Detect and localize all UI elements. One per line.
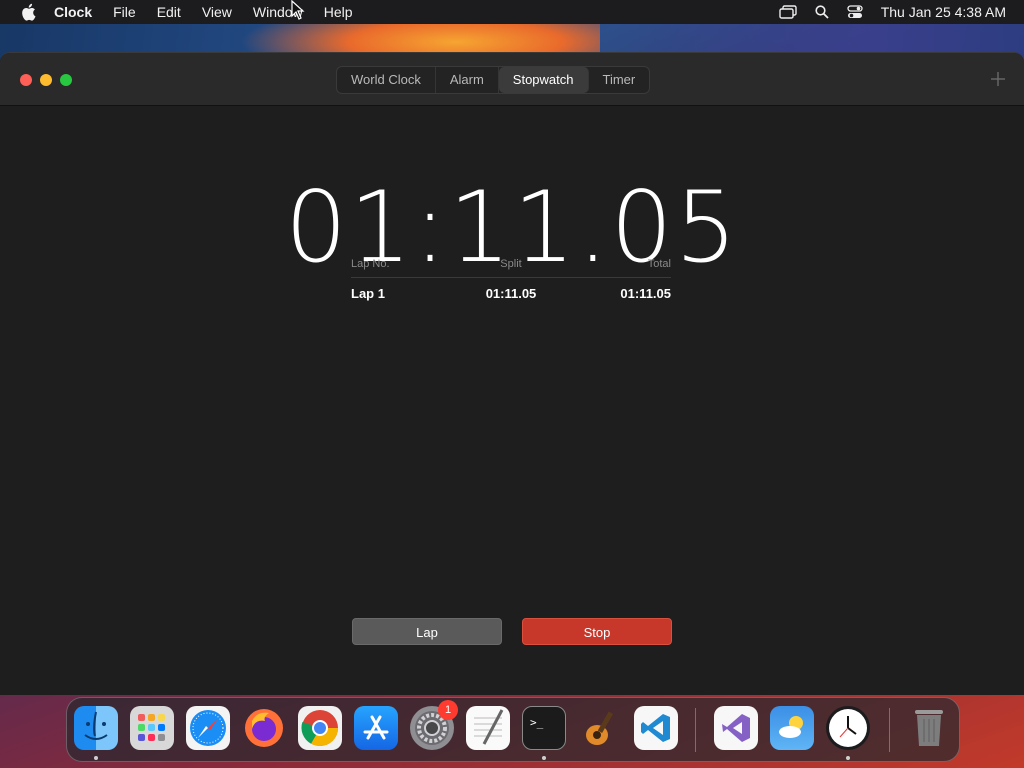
- system-settings-badge: 1: [438, 700, 458, 720]
- menu-bar: Clock File Edit View Window Help Thu Jan…: [0, 0, 1024, 24]
- dock-separator: [889, 708, 890, 752]
- terminal-icon[interactable]: >_: [522, 706, 566, 750]
- firefox-icon[interactable]: [242, 706, 286, 750]
- tab-timer[interactable]: Timer: [589, 67, 650, 93]
- weather-icon[interactable]: [770, 706, 814, 750]
- split-header: Split: [500, 258, 522, 270]
- screen-mirroring-icon[interactable]: [778, 5, 797, 19]
- visual-studio-icon[interactable]: [714, 706, 758, 750]
- view-menu[interactable]: View: [202, 4, 232, 20]
- launchpad-icon[interactable]: [130, 706, 174, 750]
- garageband-icon[interactable]: [578, 706, 622, 750]
- spotlight-search-icon[interactable]: [815, 5, 829, 19]
- app-name-menu[interactable]: Clock: [54, 4, 92, 20]
- laps-table: Lap No. Split Total Lap 1 01:11.05 01:11…: [351, 258, 671, 301]
- total-header: Total: [647, 258, 671, 270]
- mouse-pointer-icon: [291, 0, 305, 25]
- clock-window: World Clock Alarm Stopwatch Timer 01:11.…: [0, 52, 1024, 695]
- finder-running-indicator: [94, 756, 98, 760]
- clock-app-icon[interactable]: [826, 706, 870, 750]
- svg-text:>_: >_: [530, 716, 544, 729]
- stop-button[interactable]: Stop: [522, 618, 672, 645]
- dock: >_: [66, 697, 960, 762]
- lap-split: 01:11.05: [485, 286, 537, 301]
- vscode-icon[interactable]: [634, 706, 678, 750]
- edit-menu[interactable]: Edit: [157, 4, 181, 20]
- trash-icon[interactable]: [907, 706, 951, 750]
- lap-total: 01:11.05: [620, 286, 671, 301]
- zoom-window-button[interactable]: [60, 74, 72, 86]
- minimize-window-button[interactable]: [40, 74, 52, 86]
- dock-separator: [695, 708, 696, 752]
- lap-number: Lap 1: [351, 286, 385, 301]
- app-store-icon[interactable]: [354, 706, 398, 750]
- clock-running-indicator: [846, 756, 850, 760]
- laps-header: Lap No. Split Total: [351, 258, 671, 278]
- textedit-icon[interactable]: [466, 706, 510, 750]
- tab-world-clock[interactable]: World Clock: [337, 67, 436, 93]
- chrome-icon[interactable]: [298, 706, 342, 750]
- finder-icon[interactable]: [74, 706, 118, 750]
- lap-row: Lap 1 01:11.05 01:11.05: [351, 278, 671, 301]
- terminal-running-indicator: [542, 756, 546, 760]
- lap-number-header: Lap No.: [351, 258, 390, 270]
- tab-alarm[interactable]: Alarm: [436, 67, 499, 93]
- tab-bar: World Clock Alarm Stopwatch Timer: [336, 66, 651, 94]
- file-menu[interactable]: File: [113, 4, 136, 20]
- safari-icon[interactable]: [186, 706, 230, 750]
- window-titlebar: World Clock Alarm Stopwatch Timer: [0, 53, 1024, 106]
- tab-stopwatch[interactable]: Stopwatch: [498, 67, 589, 93]
- add-icon[interactable]: [990, 71, 1006, 87]
- lap-button[interactable]: Lap: [352, 618, 502, 645]
- apple-menu-icon[interactable]: [18, 2, 38, 22]
- help-menu[interactable]: Help: [324, 4, 353, 20]
- close-window-button[interactable]: [20, 74, 32, 86]
- control-center-icon[interactable]: [847, 5, 863, 19]
- menubar-datetime[interactable]: Thu Jan 25 4:38 AM: [881, 4, 1006, 20]
